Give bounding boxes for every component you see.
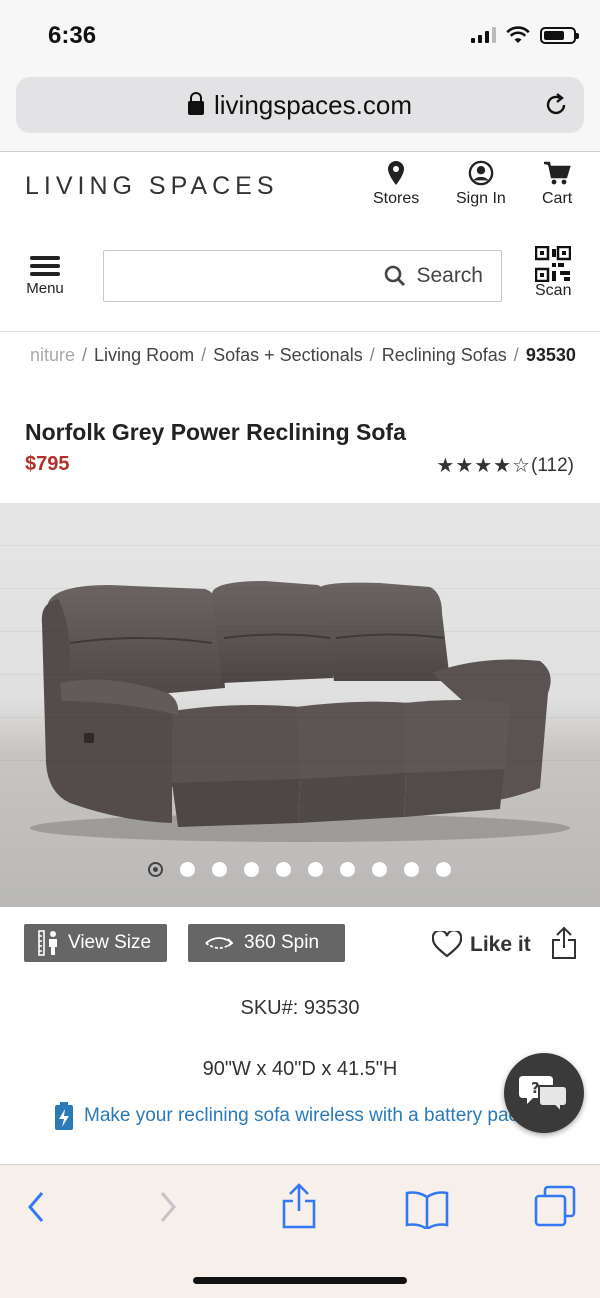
forward-icon[interactable] (158, 1187, 180, 1227)
menu-button[interactable]: Menu (20, 252, 70, 297)
lock-icon (188, 92, 204, 115)
view-size-button[interactable]: View Size (24, 924, 167, 962)
rotate-360-icon (205, 937, 234, 949)
bookmarks-icon[interactable] (404, 1189, 450, 1229)
breadcrumb-item-reclining-sofas[interactable]: Reclining Sofas (382, 345, 507, 366)
spin-360-button[interactable]: 360 Spin (188, 924, 345, 962)
product-rating[interactable]: ★★★★☆ (112) (436, 453, 574, 478)
carousel-dot[interactable] (340, 862, 355, 877)
carousel-dot[interactable] (436, 862, 451, 877)
location-pin-icon (388, 161, 405, 185)
browser-top-chrome: 6:36 livingspaces.com (0, 0, 600, 152)
tabs-icon[interactable] (534, 1185, 576, 1227)
battery-pack-link[interactable]: Make your reclining sofa wireless with a… (54, 1101, 539, 1131)
breadcrumb: niture / Living Room / Sofas + Sectional… (30, 345, 576, 366)
header-divider (0, 331, 600, 332)
battery-pack-label: Make your reclining sofa wireless with a… (84, 1105, 540, 1126)
cellular-signal-icon (471, 27, 496, 43)
stores-label: Stores (373, 190, 420, 207)
view-size-label: View Size (68, 932, 152, 953)
carousel-dot[interactable] (180, 862, 195, 877)
carousel-dot[interactable] (212, 862, 227, 877)
scan-button[interactable]: Scan (535, 246, 571, 300)
spin-label: 360 Spin (244, 932, 320, 953)
wifi-icon (506, 26, 530, 43)
like-label: Like it (470, 932, 531, 956)
hamburger-icon (30, 252, 60, 280)
carousel-dot[interactable] (244, 862, 259, 877)
home-indicator (193, 1277, 407, 1284)
status-time: 6:36 (48, 22, 97, 49)
product-sku: SKU#: 93530 (240, 997, 360, 1019)
rating-stars: ★★★★☆ (436, 455, 532, 477)
cart-label: Cart (542, 190, 573, 207)
ruler-person-icon (38, 930, 57, 956)
product-price: $795 (25, 453, 70, 475)
carousel-dot[interactable] (308, 862, 323, 877)
qr-code-icon (535, 246, 572, 282)
back-icon[interactable] (24, 1187, 46, 1227)
share-sheet-icon[interactable] (281, 1183, 317, 1229)
sign-in-label: Sign In (456, 190, 506, 207)
like-button[interactable]: Like it (432, 931, 531, 958)
sign-in-button[interactable]: Sign In (456, 160, 506, 208)
product-title: Norfolk Grey Power Reclining Sofa (25, 419, 406, 445)
search-icon (385, 265, 406, 286)
search-placeholder: Search (416, 264, 483, 287)
browser-toolbar (0, 1164, 600, 1298)
review-count: (112) (531, 454, 574, 476)
cart-icon (544, 161, 571, 185)
image-carousel-dots[interactable] (148, 862, 451, 877)
search-input[interactable]: Search (103, 250, 502, 302)
carousel-dot[interactable] (372, 862, 387, 877)
chat-button[interactable]: ? (504, 1053, 584, 1133)
heart-icon (432, 931, 462, 958)
site-logo[interactable]: LIVING SPACES (25, 172, 279, 201)
share-icon[interactable] (551, 926, 577, 960)
user-icon (468, 160, 494, 186)
carousel-dot[interactable] (148, 862, 163, 877)
breadcrumb-item-living-room[interactable]: Living Room (94, 345, 194, 366)
stores-button[interactable]: Stores (373, 160, 419, 208)
battery-bolt-icon (55, 1102, 73, 1130)
chat-help-icon: ? (519, 1076, 568, 1114)
url-text: livingspaces.com (214, 89, 412, 120)
battery-icon (540, 26, 579, 44)
scan-label: Scan (535, 282, 572, 299)
menu-label: Menu (26, 280, 64, 297)
breadcrumb-item-current: 93530 (525, 345, 576, 365)
address-bar[interactable]: livingspaces.com (16, 77, 584, 133)
reload-icon[interactable] (542, 91, 570, 119)
carousel-dot[interactable] (404, 862, 419, 877)
cart-button[interactable]: Cart (542, 160, 572, 208)
product-image[interactable] (0, 503, 600, 907)
breadcrumb-item-furniture[interactable]: niture (30, 345, 75, 366)
status-icons (471, 26, 579, 44)
breadcrumb-item-sofas-sectionals[interactable]: Sofas + Sectionals (213, 345, 363, 366)
svg-text:?: ? (531, 1079, 540, 1097)
carousel-dot[interactable] (276, 862, 291, 877)
